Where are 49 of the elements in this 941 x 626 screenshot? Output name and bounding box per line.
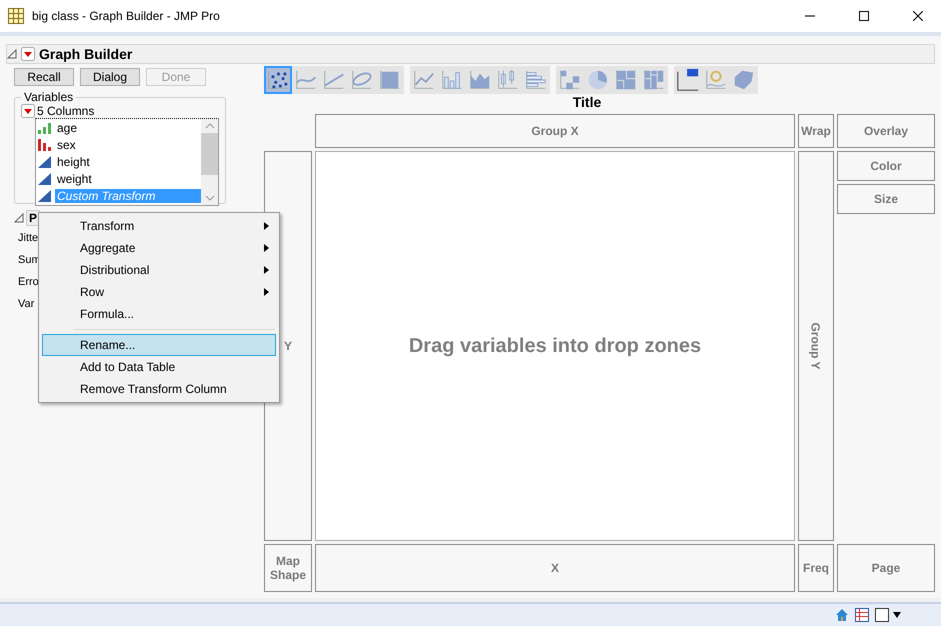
column-item[interactable]: sex [55, 138, 201, 152]
scrollbar-thumb[interactable] [201, 133, 218, 175]
freq-zone[interactable]: Freq [798, 544, 834, 592]
continuous-triangle-icon [38, 172, 52, 184]
graph-canvas[interactable]: Drag variables into drop zones [315, 151, 795, 541]
continuous-triangle-icon [38, 190, 52, 202]
option-label: Jitte [18, 232, 38, 244]
page-zone[interactable]: Page [837, 544, 935, 592]
size-zone[interactable]: Size [837, 184, 935, 214]
column-item[interactable]: weight [55, 172, 201, 186]
action-button[interactable]: Dialog [80, 68, 140, 86]
action-button[interactable]: Recall [14, 68, 74, 86]
group-x-zone[interactable]: Group X [315, 114, 795, 148]
column-item[interactable]: age [55, 120, 201, 134]
submenu-arrow-icon [264, 266, 269, 274]
table-grid-icon [8, 8, 24, 24]
disclosure-icon[interactable] [7, 49, 17, 59]
maximize-icon [859, 11, 869, 21]
group-y-zone[interactable]: Group Y [798, 151, 834, 541]
data-table-icon[interactable] [855, 608, 869, 622]
home-icon[interactable] [835, 608, 849, 622]
window-title: big class - Graph Builder - JMP Pro [32, 9, 221, 23]
nominal-bars-icon [38, 138, 52, 150]
submenu-arrow-icon [264, 288, 269, 296]
menu-item[interactable]: Rename... [42, 334, 276, 356]
wrap-zone[interactable]: Wrap [798, 114, 834, 148]
continuous-triangle-icon [38, 156, 52, 168]
disclosure-icon[interactable] [14, 213, 24, 223]
ordinal-bars-icon [38, 122, 52, 134]
option-label: Var [18, 298, 34, 310]
submenu-arrow-icon [264, 244, 269, 252]
option-label: Erro [18, 276, 39, 288]
x-zone[interactable]: X [315, 544, 795, 592]
popup-menu-icon[interactable] [21, 47, 35, 61]
group-label: Variables [23, 90, 74, 104]
columns-count: 5 Columns [37, 104, 94, 118]
popup-menu-icon[interactable] [21, 104, 35, 118]
submenu-arrow-icon [264, 222, 269, 230]
map-shape-zone[interactable]: Map Shape [264, 544, 312, 592]
close-icon [913, 11, 923, 21]
report-title: Graph Builder [39, 46, 132, 62]
caption-graph-icon [676, 67, 700, 93]
window-icon[interactable] [875, 608, 901, 622]
color-zone[interactable]: Color [837, 151, 935, 181]
overlay-zone[interactable]: Overlay [837, 114, 935, 148]
drop-hint: Drag variables into drop zones [408, 334, 702, 358]
graph-title: Title [572, 94, 602, 110]
column-item[interactable]: height [55, 154, 201, 168]
graph-type-button[interactable] [264, 66, 292, 94]
